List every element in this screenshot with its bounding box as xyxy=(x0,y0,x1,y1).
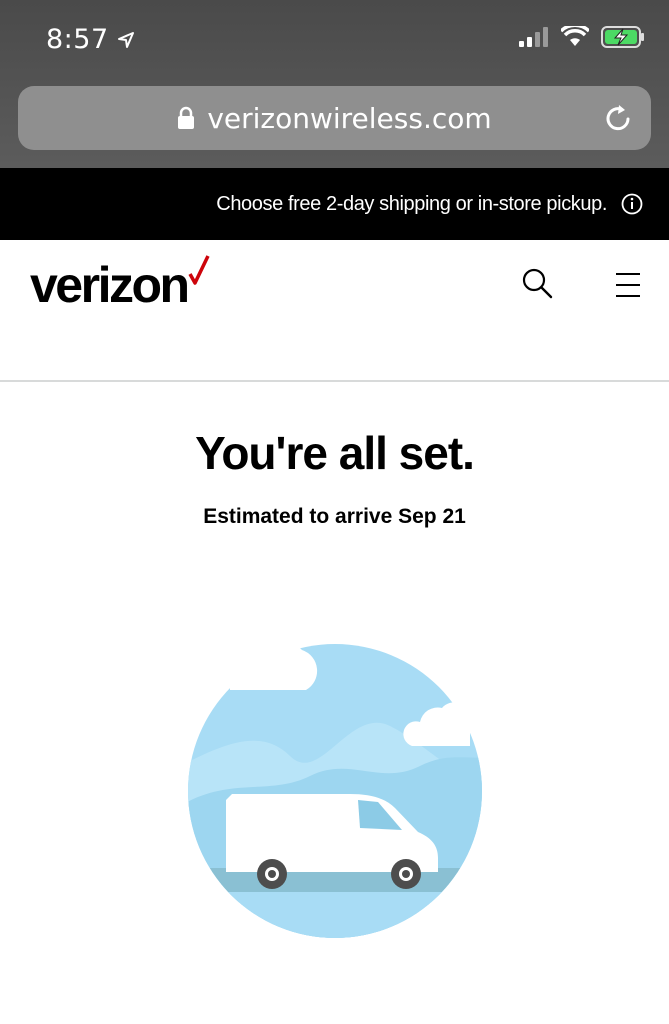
promo-text: Choose free 2-day shipping or in-store p… xyxy=(216,192,607,215)
menu-icon[interactable] xyxy=(614,270,642,298)
status-indicators xyxy=(519,26,645,48)
checkmark-icon xyxy=(188,255,210,285)
url-text: verizonwireless.com xyxy=(207,101,492,135)
signal-icon xyxy=(519,27,548,47)
status-time-label: 8:57 xyxy=(46,24,109,55)
verizon-logo[interactable]: verizon xyxy=(30,254,210,310)
delivery-van-icon xyxy=(188,643,482,938)
address-bar[interactable]: verizonwireless.com xyxy=(18,86,651,150)
logo-wordmark: verizon xyxy=(30,257,190,313)
reload-icon[interactable] xyxy=(603,102,635,134)
status-time: 8:57 xyxy=(46,24,135,55)
page-title: You're all set. xyxy=(195,427,475,479)
site-header: verizon xyxy=(0,240,669,382)
delivery-estimate: Estimated to arrive Sep 21 xyxy=(203,505,466,528)
lock-icon xyxy=(178,106,195,129)
promo-banner: Choose free 2-day shipping or in-store p… xyxy=(0,168,669,240)
browser-chrome: 8:57 verizonwireless.com xyxy=(0,0,669,168)
search-icon[interactable] xyxy=(520,266,554,300)
wifi-icon xyxy=(561,26,589,46)
battery-charging-icon xyxy=(601,26,644,48)
location-arrow-icon xyxy=(117,31,134,48)
info-icon[interactable] xyxy=(621,193,643,215)
